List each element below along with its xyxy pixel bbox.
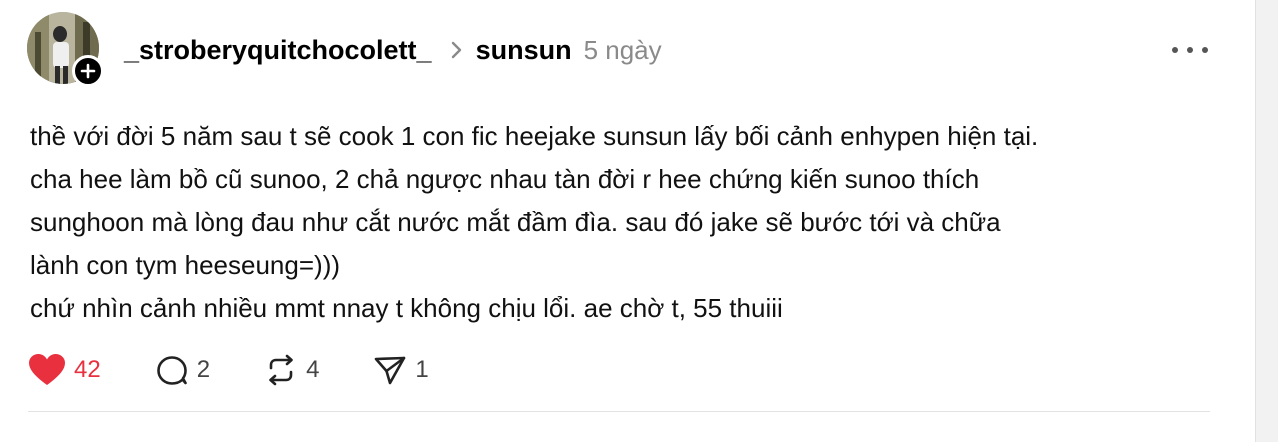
follow-button[interactable] (72, 55, 104, 87)
post-header: _stroberyquitchocolett_ sunsun 5 ngày (124, 30, 662, 70)
post-timestamp: 5 ngày (583, 34, 662, 65)
reply-button[interactable]: 2 (155, 350, 210, 390)
post-body-line: lành con tym heeseung=))) (30, 250, 341, 280)
like-count: 42 (74, 356, 101, 383)
scrollbar[interactable] (1255, 0, 1278, 442)
post-body: thề với đời 5 năm sau t sẽ cook 1 con fi… (30, 115, 1230, 330)
chevron-right-icon (450, 40, 464, 60)
author-username[interactable]: _stroberyquitchocolett_ (124, 35, 432, 66)
comment-icon (156, 356, 187, 385)
post-body-line: thề với đời 5 năm sau t sẽ cook 1 con fi… (30, 121, 1039, 151)
repost-count: 4 (306, 356, 320, 383)
repost-icon (269, 354, 293, 386)
like-button[interactable]: 42 (28, 350, 101, 390)
more-options-button[interactable] (1172, 38, 1208, 62)
repost-button[interactable]: 4 (264, 350, 319, 390)
post-actions: 42 2 4 1 (28, 350, 429, 390)
post-body-line: cha hee làm bồ cũ sunoo, 2 chả ngược nha… (30, 164, 980, 194)
share-button[interactable]: 1 (373, 350, 429, 390)
post-body-line: chứ nhìn cảnh nhiều mmt nnay t không chị… (30, 293, 783, 323)
reply-count: 2 (196, 356, 211, 383)
send-icon (375, 356, 406, 385)
more-horizontal-icon (1172, 47, 1178, 53)
reply-to-username[interactable]: sunsun (476, 35, 572, 66)
heart-icon (29, 354, 65, 385)
plus-icon (80, 63, 96, 79)
post-divider (28, 411, 1210, 412)
post-body-line: sunghoon mà lòng đau như cắt nước mắt đầ… (30, 207, 1001, 237)
share-count: 1 (415, 356, 429, 383)
thread-post: _stroberyquitchocolett_ sunsun 5 ngày th… (0, 0, 1255, 442)
